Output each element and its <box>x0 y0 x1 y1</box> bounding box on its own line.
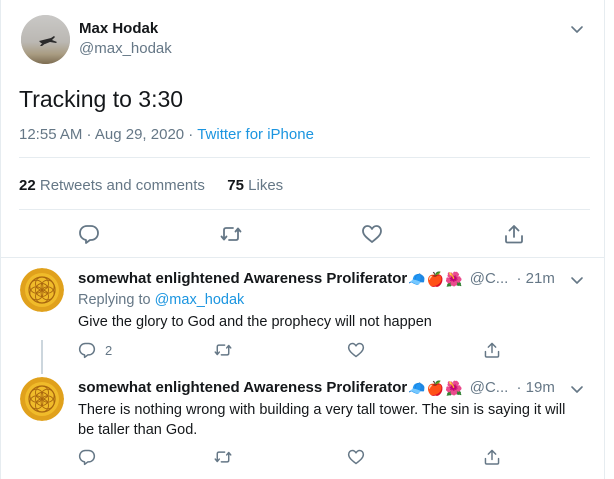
mandala-avatar <box>20 268 64 312</box>
reply-author-name[interactable]: somewhat enlightened Awareness Prolifera… <box>78 379 407 396</box>
avatar[interactable] <box>21 15 70 64</box>
reply-icon[interactable] <box>78 223 100 245</box>
share-icon[interactable] <box>483 448 501 466</box>
reply-timestamp[interactable]: · 21m <box>516 270 554 287</box>
replying-to: Replying to @max_hodak <box>78 292 245 308</box>
cap-emoji: 🧢 <box>408 380 426 396</box>
likes-stat[interactable]: 75 Likes <box>227 177 283 194</box>
chevron-down-icon[interactable] <box>570 273 584 287</box>
mandala-avatar <box>20 377 64 421</box>
chevron-down-icon[interactable] <box>570 382 584 396</box>
airplane-photo <box>21 15 70 64</box>
reply-icon[interactable] <box>78 448 96 466</box>
tweet-source[interactable]: Twitter for iPhone <box>197 126 314 143</box>
tweet-text: Tracking to 3:30 <box>19 86 184 112</box>
retweet-icon[interactable] <box>220 223 242 245</box>
divider <box>19 157 590 158</box>
author-handle[interactable]: @max_hodak <box>79 40 172 57</box>
reply-count: 2 <box>105 343 113 358</box>
heart-icon[interactable] <box>347 448 365 466</box>
divider <box>1 257 604 258</box>
cap-emoji: 🧢 <box>408 271 426 287</box>
avatar[interactable] <box>20 268 64 312</box>
tweet-meta: 12:55 AM · Aug 29, 2020 · Twitter for iP… <box>19 126 314 143</box>
retweet-icon[interactable] <box>214 448 232 466</box>
thread-line <box>41 340 43 374</box>
reply-text: Give the glory to God and the prophecy w… <box>78 314 432 330</box>
tweet-stats: 22 Retweets and comments 75 Likes <box>19 177 283 194</box>
reply-icon[interactable] <box>78 341 96 359</box>
reply-header: somewhat enlightened Awareness Prolifera… <box>78 379 555 397</box>
hibiscus-emoji: 🌺 <box>445 380 463 396</box>
avatar[interactable] <box>20 377 64 421</box>
retweets-stat[interactable]: 22 Retweets and comments <box>19 177 205 194</box>
share-icon[interactable] <box>503 223 525 245</box>
reply-author-handle[interactable]: @C... <box>470 270 509 287</box>
reply-timestamp[interactable]: · 19m <box>516 379 554 396</box>
heart-icon[interactable] <box>361 223 383 245</box>
divider <box>19 209 590 210</box>
replying-to-link[interactable]: @max_hodak <box>155 292 245 308</box>
apple-emoji: 🍎 <box>426 271 445 287</box>
hibiscus-emoji: 🌺 <box>445 271 463 287</box>
reply-author-name[interactable]: somewhat enlightened Awareness Prolifera… <box>78 270 407 287</box>
heart-icon[interactable] <box>347 341 365 359</box>
retweet-icon[interactable] <box>214 341 232 359</box>
reply-author-handle[interactable]: @C... <box>470 379 509 396</box>
share-icon[interactable] <box>483 341 501 359</box>
tweet-thread: Max Hodak @max_hodak Tracking to 3:30 12… <box>0 0 605 479</box>
reply-text: There is nothing wrong with building a v… <box>78 402 566 438</box>
reply-header: somewhat enlightened Awareness Prolifera… <box>78 270 555 288</box>
apple-emoji: 🍎 <box>426 380 445 396</box>
chevron-down-icon[interactable] <box>570 22 584 36</box>
tweet-timestamp[interactable]: 12:55 AM · Aug 29, 2020 · <box>19 126 193 143</box>
author-name[interactable]: Max Hodak <box>79 20 158 37</box>
